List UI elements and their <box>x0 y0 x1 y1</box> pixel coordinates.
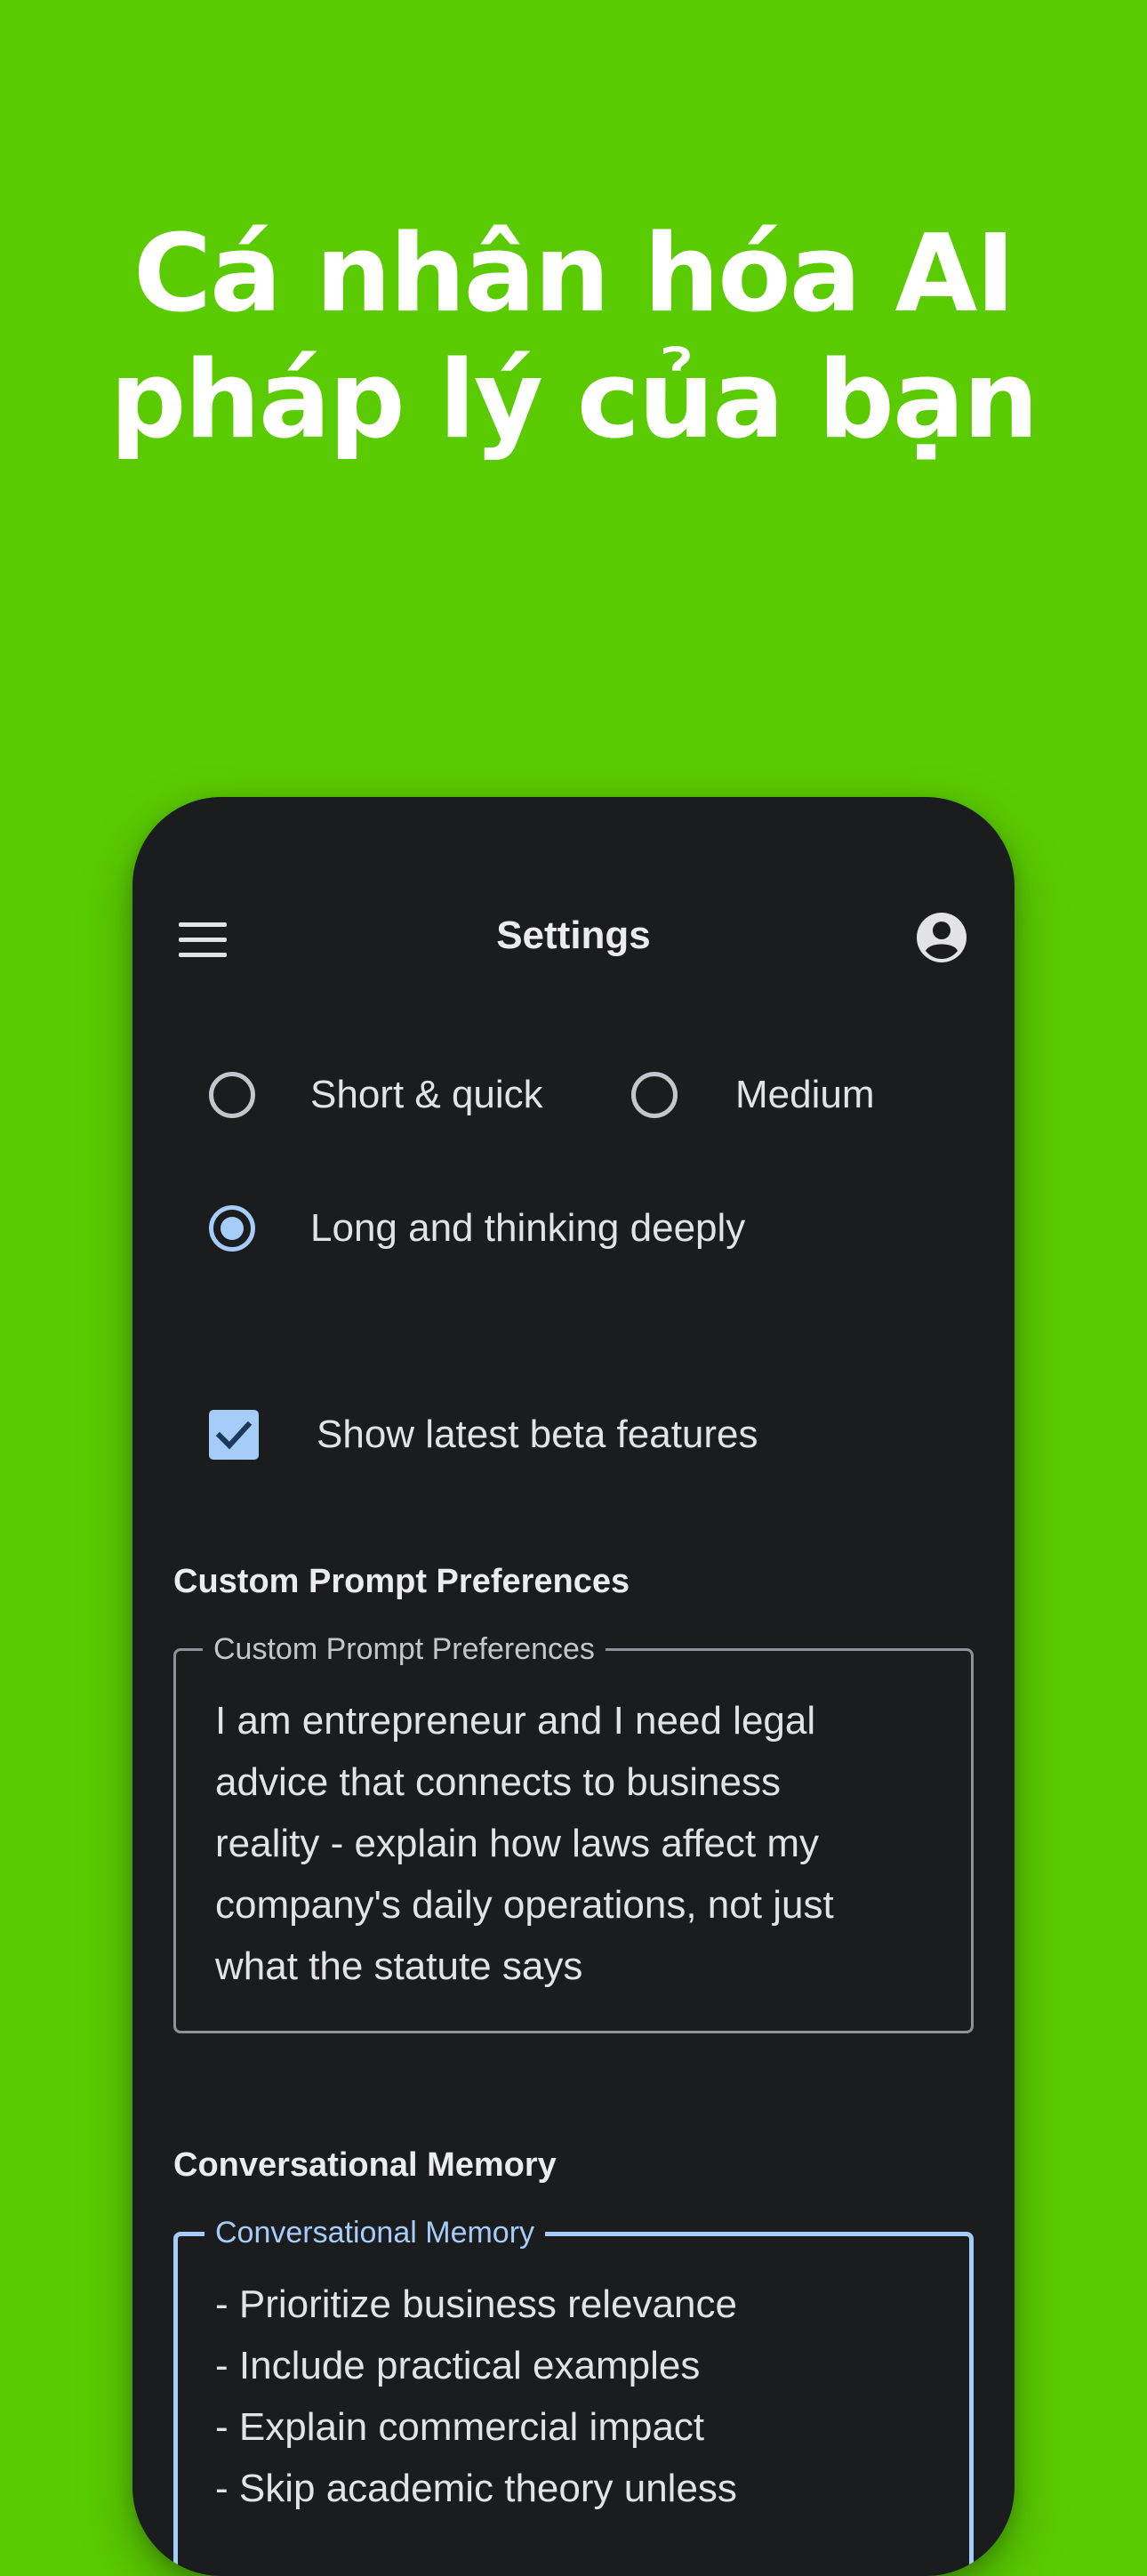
radio-button[interactable] <box>631 1072 678 1118</box>
headline-line-2: pháp lý của bạn <box>109 339 1039 463</box>
checkmark-icon <box>215 1421 253 1450</box>
account-circle-icon[interactable] <box>915 911 968 964</box>
headline-line-1: Cá nhân hóa AI <box>132 213 1015 336</box>
memory-field-label: Conversational Memory <box>205 2215 546 2250</box>
custom-prompt-text[interactable]: I am entrepreneur and I need legal advic… <box>215 1690 944 1997</box>
memory-field[interactable]: Conversational Memory - Prioritize busin… <box>173 2215 974 2576</box>
memory-text[interactable]: - Prioritize business relevance - Includ… <box>215 2274 942 2519</box>
beta-features-checkbox[interactable] <box>209 1410 259 1460</box>
custom-prompt-field-label: Custom Prompt Preferences <box>203 1631 606 1667</box>
custom-prompt-field[interactable]: Custom Prompt Preferences I am entrepren… <box>173 1631 974 2033</box>
radio-label-short: Short & quick <box>310 1073 543 1116</box>
beta-features-label: Show latest beta features <box>317 1413 758 1456</box>
radio-label-long: Long and thinking deeply <box>310 1206 746 1250</box>
radio-button[interactable] <box>209 1072 255 1118</box>
radio-button-selected[interactable] <box>209 1205 255 1252</box>
custom-prompt-section-title: Custom Prompt Preferences <box>173 1563 630 1600</box>
page-title: Settings <box>496 914 651 957</box>
memory-section-title: Conversational Memory <box>173 2146 557 2184</box>
radio-option-long[interactable]: Long and thinking deeply <box>209 1203 745 1253</box>
phone-frame: Settings Short & quick Medium Long and t… <box>132 797 1015 2576</box>
radio-label-medium: Medium <box>735 1073 875 1116</box>
radio-option-short[interactable]: Short & quick <box>209 1070 543 1120</box>
promo-headline: Cá nhân hóa AI pháp lý của bạn <box>0 212 1147 464</box>
radio-option-medium[interactable]: Medium <box>631 1070 875 1120</box>
